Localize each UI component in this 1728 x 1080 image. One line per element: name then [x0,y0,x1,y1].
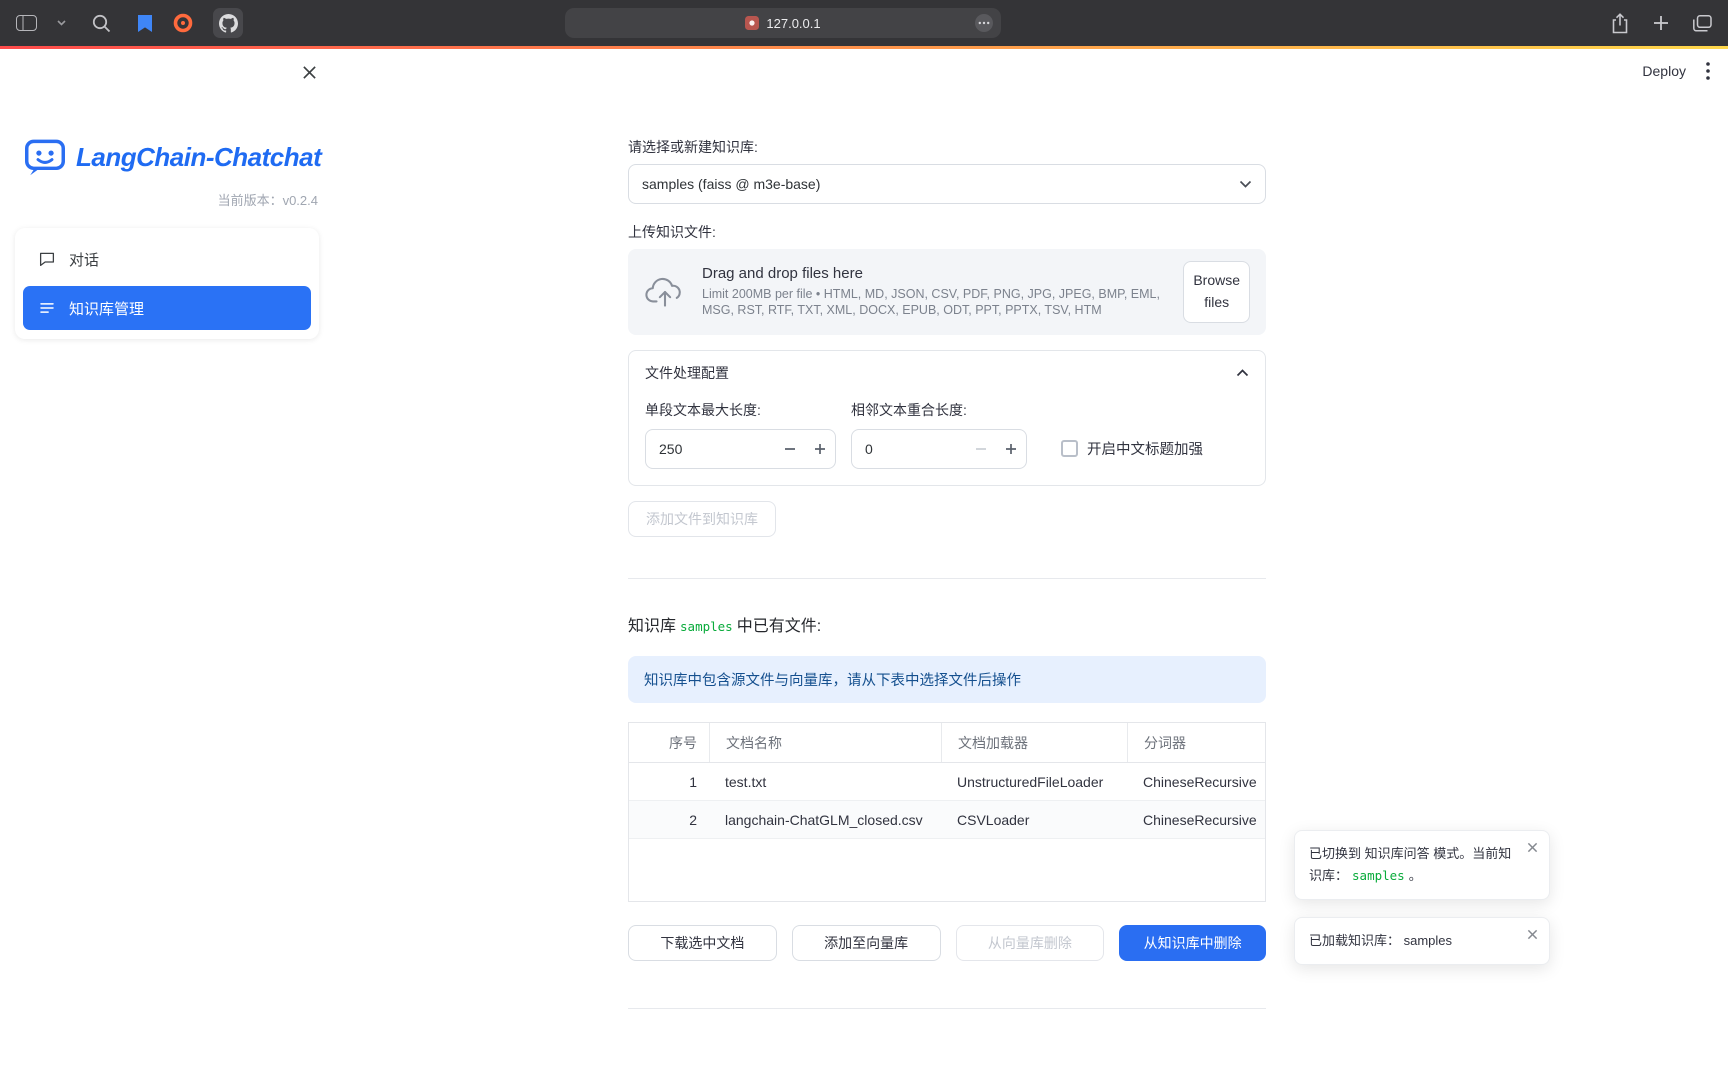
sidebar-nav: 对话 知识库管理 [15,228,319,339]
app-logo: LangChain-Chatchat [24,137,334,177]
toast-kb-loaded: 已加载知识库： samples [1294,917,1550,965]
cloud-upload-icon [644,276,686,308]
version-label: 当前版本：v0.2.4 [0,190,334,209]
kb-select-label: 请选择或新建知识库: [628,137,1266,157]
sidebar-toggle-icon[interactable] [16,15,37,31]
logo-text: LangChain-Chatchat [76,142,321,173]
toast-close-icon[interactable] [1527,929,1538,940]
github-icon[interactable] [213,8,243,38]
download-selected-button[interactable]: 下载选中文档 [628,925,777,961]
heading-suffix: 中已有文件: [737,618,821,635]
kb-name-code: samples [680,619,733,634]
delete-from-kb-button[interactable]: 从知识库中删除 [1119,925,1266,961]
deploy-button[interactable]: Deploy [1642,63,1686,79]
content-column: 请选择或新建知识库: samples (faiss @ m3e-base) 上传… [628,49,1266,1009]
overlap-size-value: 0 [852,441,966,457]
toast-kb-code: samples [1352,868,1405,883]
zh-title-checkbox[interactable]: 开启中文标题加强 [1061,438,1203,459]
tabs-overview-icon[interactable] [1693,15,1712,32]
heading-prefix: 知识库 [628,618,676,635]
minus-icon[interactable] [775,430,805,468]
nav-item-label: 对话 [69,249,99,270]
kb-selected-value: samples (faiss @ m3e-base) [642,176,820,192]
chevron-down-icon [1239,180,1252,188]
add-files-button[interactable]: 添加文件到知识库 [628,501,776,537]
toast-text-suffix: 。 [1409,868,1422,883]
cell-docname: langchain-ChatGLM_closed.csv [709,801,941,838]
nav-item-knowledge-base[interactable]: 知识库管理 [23,286,311,330]
cell-splitter: ChineseRecursive [1127,801,1265,838]
kebab-menu-icon[interactable] [1706,62,1710,80]
files-table: 序号 文档名称 文档加载器 分词器 1 test.txt Unstructure… [628,722,1266,902]
delete-from-vector-button[interactable]: 从向量库删除 [956,925,1105,961]
col-header-index: 序号 [629,723,709,762]
cell-index: 2 [629,801,709,838]
plus-icon[interactable] [805,430,835,468]
site-favicon [745,16,759,30]
url-text: 127.0.0.1 [766,16,820,31]
chunk-size-label: 单段文本最大长度: [645,400,836,420]
record-orange-icon[interactable] [173,13,193,33]
kb-selectbox[interactable]: samples (faiss @ m3e-base) [628,164,1266,204]
col-header-splitter: 分词器 [1127,723,1265,762]
checkbox-icon [1061,440,1078,457]
dropzone-title: Drag and drop files here [702,265,1167,282]
address-bar[interactable]: 127.0.0.1 [565,8,1001,38]
share-icon[interactable] [1611,13,1629,34]
table-header-row: 序号 文档名称 文档加载器 分词器 [629,723,1265,763]
cell-loader: UnstructuredFileLoader [941,763,1127,800]
new-tab-icon[interactable] [1653,15,1669,31]
expander-header[interactable]: 文件处理配置 [629,351,1265,394]
logo-chatbot-icon [24,137,66,177]
info-banner: 知识库中包含源文件与向量库，请从下表中选择文件后操作 [628,656,1266,703]
add-to-vector-button[interactable]: 添加至向量库 [792,925,941,961]
table-row[interactable]: 1 test.txt UnstructuredFileLoader Chines… [629,763,1265,801]
chat-bubble-icon [38,250,56,268]
chevron-down-icon[interactable] [57,20,66,26]
col-header-docname: 文档名称 [709,723,941,762]
sidebar: LangChain-Chatchat 当前版本：v0.2.4 对话 知识库管理 [0,49,334,1080]
upload-label: 上传知识文件: [628,222,1266,242]
sidebar-close-icon[interactable] [299,62,319,82]
chunk-size-value: 250 [646,441,775,457]
toast-text: 已加载知识库： samples [1309,933,1452,948]
cell-docname: test.txt [709,763,941,800]
zh-title-checkbox-label: 开启中文标题加强 [1087,438,1203,459]
nav-item-dialogue[interactable]: 对话 [23,237,311,281]
existing-files-heading: 知识库 samples 中已有文件: [628,612,1266,636]
toast-mode-switched: 已切换到 知识库问答 模式。当前知识库：samples。 [1294,830,1550,900]
plus-icon[interactable] [996,430,1026,468]
minus-icon[interactable] [966,430,996,468]
toast-close-icon[interactable] [1527,842,1538,853]
browser-toolbar: 127.0.0.1 [0,0,1728,46]
divider [628,578,1266,579]
chunk-size-input[interactable]: 250 [645,429,836,469]
chevron-up-icon [1236,369,1249,377]
dropzone-limit-text: Limit 200MB per file • HTML, MD, JSON, C… [702,287,1167,318]
expander-title: 文件处理配置 [645,363,729,383]
cell-index: 1 [629,763,709,800]
cell-loader: CSVLoader [941,801,1127,838]
table-row[interactable]: 2 langchain-ChatGLM_closed.csv CSVLoader… [629,801,1265,839]
nav-item-label: 知识库管理 [69,298,144,319]
search-icon[interactable] [92,14,111,33]
overlap-size-input[interactable]: 0 [851,429,1027,469]
bookmark-blue-icon[interactable] [137,14,153,33]
file-config-expander: 文件处理配置 单段文本最大长度: 250 [628,350,1266,486]
overlap-size-label: 相邻文本重合长度: [851,400,1027,420]
col-header-loader: 文档加载器 [941,723,1127,762]
action-buttons-row: 下载选中文档 添加至向量库 从向量库删除 从知识库中删除 [628,925,1266,961]
browse-files-button[interactable]: Browse files [1183,261,1250,322]
knowledge-list-icon [38,299,56,317]
streamlit-header: Deploy [1642,49,1728,93]
file-dropzone[interactable]: Drag and drop files here Limit 200MB per… [628,249,1266,335]
cell-splitter: ChineseRecursive [1127,763,1265,800]
page-options-icon[interactable] [974,13,994,33]
divider [628,1008,1266,1009]
